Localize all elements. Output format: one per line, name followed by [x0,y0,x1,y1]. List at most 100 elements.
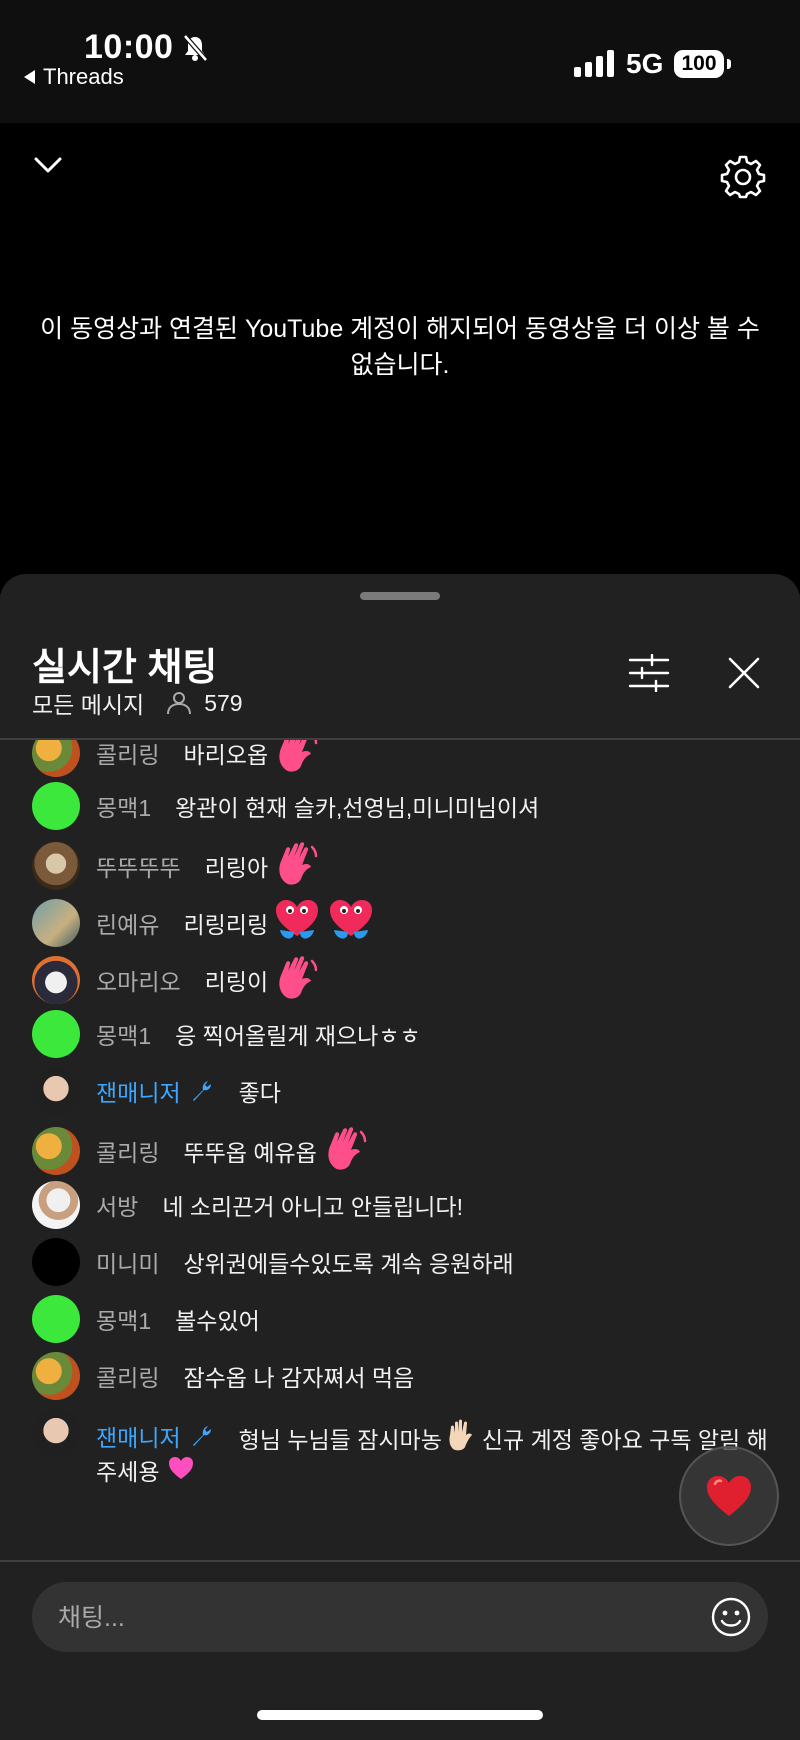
viewer-count: 579 [204,689,243,716]
message-text: 왕관이 현재 슬카,선영님,미니미님이셔 [175,789,539,823]
chat-message[interactable]: 오마리오 리링이 [32,953,752,1007]
chat-message[interactable]: 몽맥1 왕관이 현재 슬카,선영님,미니미님이셔 [32,782,752,830]
signal-icon [574,50,614,77]
message-author[interactable]: 뚜뚜뚜뚜 [96,849,181,883]
status-time: 10:00 [84,28,174,66]
wrench-icon [192,1426,211,1446]
chevron-down-icon[interactable] [28,145,68,185]
chat-message[interactable]: 린예유 리링리링 [32,896,752,950]
message-text: 상위권에들수있도록 계속 응원하래 [183,1245,513,1279]
status-bar: 10:00 Threads 5G 100 [0,0,800,123]
message-text: 리링이 [205,953,320,1007]
avatar[interactable] [32,740,80,777]
person-icon [167,692,192,715]
message-text: 리링아 [205,839,320,893]
message-text-body: 리링이 [204,969,269,995]
drag-handle[interactable] [360,592,440,600]
message-text-body: 네 소리끈거 아니고 안들립니다! [162,1194,463,1220]
hearts-emoji-icon [276,900,319,939]
message-author[interactable]: 린예유 [96,906,159,940]
video-player: 이 동영상과 연결된 YouTube 계정이 해지되어 동영상을 더 이상 볼 … [0,123,800,593]
chat-filter-label[interactable]: 모든 메시지 [32,686,144,720]
avatar[interactable] [32,1067,80,1115]
chat-message[interactable]: 잰매니저 형님 누님들 잠시마농 신규 계정 좋아요 구독 알림 해주세용 [32,1409,768,1485]
message-text: 볼수있어 [175,1302,260,1336]
message-author[interactable]: 콜리링 [96,1359,159,1393]
heart-icon [707,1476,751,1516]
pink-heart-emoji-icon [169,1456,194,1479]
message-author[interactable]: 서방 [96,1188,138,1222]
wave-emoji-icon [279,842,318,885]
message-author[interactable]: 잰매니저 [96,1419,215,1453]
message-text-body: 뚜뚜옵 예유옵 [183,1140,317,1166]
gear-icon[interactable] [720,153,766,199]
avatar[interactable] [32,1010,80,1058]
chat-message[interactable]: 몽맥1 볼수있어 [32,1295,752,1343]
message-text-body: 주세용 [96,1459,160,1485]
chat-message[interactable]: 잰매니저 좋다 [32,1067,752,1115]
wrench-icon [192,1081,211,1101]
message-text: 바리오옵 [183,740,320,780]
back-to-app-link[interactable]: Threads [24,64,124,90]
message-author[interactable]: 잰매니저 [96,1074,215,1108]
chat-input[interactable] [56,1582,660,1654]
avatar[interactable] [32,899,80,947]
chat-input-divider [0,1560,800,1562]
avatar[interactable] [32,1238,80,1286]
message-text-body: 리링리링 [183,912,269,938]
message-author[interactable]: 몽맥1 [96,789,151,823]
message-author[interactable]: 콜리링 [96,1134,159,1168]
reaction-button[interactable] [679,1446,779,1546]
bell-slash-icon [183,34,208,62]
message-author[interactable]: 오마리오 [96,963,181,997]
chat-message[interactable]: 콜리링 뚜뚜옵 예유옵 [32,1124,752,1178]
home-indicator [257,1710,543,1720]
message-text-continued: 주세용 [96,1453,195,1487]
message-text-body: 왕관이 현재 슬카,선영님,미니미님이셔 [175,795,540,821]
message-text: 형님 누님들 잠시마농 신규 계정 좋아요 구독 알림 해 [239,1419,768,1457]
message-author[interactable]: 몽맥1 [96,1302,151,1336]
message-text: 리링리링 [183,896,376,950]
chat-message[interactable]: 미니미 상위권에들수있도록 계속 응원하래 [32,1238,752,1286]
smiley-icon[interactable] [710,1596,752,1638]
message-author[interactable]: 콜리링 [96,740,159,770]
battery-tip [727,59,731,69]
battery-indicator: 100 [674,50,724,78]
message-text: 좋다 [239,1074,281,1108]
avatar[interactable] [32,842,80,890]
avatar[interactable] [32,782,80,830]
hearts-emoji-icon [330,900,373,939]
network-label: 5G [626,48,664,79]
message-text-body: 볼수있어 [175,1308,260,1334]
chat-input-container[interactable] [32,1582,768,1654]
video-unavailable-message: 이 동영상과 연결된 YouTube 계정이 해지되어 동영상을 더 이상 볼 … [40,315,760,379]
raised-hand-emoji-icon [449,1419,472,1451]
message-author[interactable]: 몽맥1 [96,1017,151,1051]
message-author[interactable]: 미니미 [96,1245,159,1279]
chat-message[interactable]: 몽맥1 응 찍어올릴게 재으나ㅎㅎ [32,1010,752,1058]
message-text: 네 소리끈거 아니고 안들립니다! [162,1188,463,1222]
avatar[interactable] [32,956,80,1004]
avatar[interactable] [32,1352,80,1400]
chat-message[interactable]: 콜리링 바리오옵 [32,740,752,780]
message-text-body: 상위권에들수있도록 계속 응원하래 [183,1251,514,1277]
chat-title: 실시간 채팅 [32,647,218,689]
message-text-body: 형님 누님들 잠시마농 [238,1427,442,1453]
avatar[interactable] [32,1127,80,1175]
avatar[interactable] [32,1295,80,1343]
chat-subtitle: 모든 메시지 579 [32,686,243,720]
message-text-body: 응 찍어올릴게 재으나ㅎㅎ [175,1023,421,1049]
message-text-body: 잠수옵 나 감자쪄서 먹음 [183,1365,415,1391]
avatar[interactable] [32,1409,80,1457]
sliders-icon[interactable] [628,654,670,692]
chat-message[interactable]: 뚜뚜뚜뚜 리링아 [32,839,752,893]
wave-emoji-icon [279,740,318,772]
back-triangle-icon [24,70,35,84]
chat-message[interactable]: 서방 네 소리끈거 아니고 안들립니다! [32,1181,752,1229]
chat-message[interactable]: 콜리링 잠수옵 나 감자쪄서 먹음 [32,1352,752,1400]
message-text: 뚜뚜옵 예유옵 [183,1124,368,1178]
message-text: 응 찍어올릴게 재으나ㅎㅎ [175,1017,421,1051]
avatar[interactable] [32,1181,80,1229]
message-text-body: 좋다 [238,1080,281,1106]
close-icon[interactable] [727,656,761,690]
